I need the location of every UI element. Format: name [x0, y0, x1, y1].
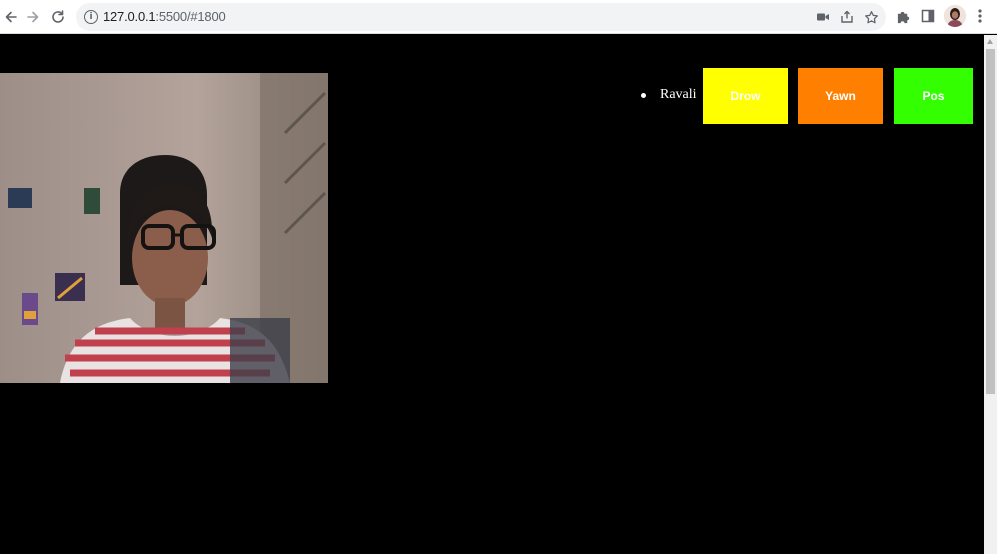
- yawn-button[interactable]: Yawn: [798, 68, 883, 124]
- reload-button[interactable]: [47, 6, 69, 28]
- arrow-left-icon: [5, 11, 17, 23]
- kebab-menu-icon[interactable]: [970, 6, 990, 26]
- scroll-thumb[interactable]: [986, 49, 995, 394]
- back-button[interactable]: [0, 6, 22, 28]
- pos-button[interactable]: Pos: [894, 68, 973, 124]
- list-item: Ravali: [641, 85, 697, 105]
- url-path: :5500/#1800: [155, 9, 226, 24]
- camera-icon[interactable]: [814, 8, 832, 26]
- arrow-right-icon: [27, 11, 39, 23]
- star-icon[interactable]: [862, 8, 880, 26]
- url-text[interactable]: 127.0.0.1:5500/#1800: [103, 9, 226, 24]
- bullet: [641, 92, 646, 98]
- address-bar[interactable]: i 127.0.0.1:5500/#1800: [76, 3, 886, 31]
- reload-icon: [52, 10, 64, 23]
- user-name: Ravali: [660, 87, 697, 102]
- user-list: Ravali: [641, 85, 697, 105]
- drow-button[interactable]: Drow: [703, 68, 788, 124]
- browser-toolbar: i 127.0.0.1:5500/#1800: [0, 0, 997, 34]
- vertical-scrollbar[interactable]: [984, 35, 997, 554]
- puzzle-icon[interactable]: [893, 6, 913, 26]
- avatar[interactable]: [944, 5, 966, 27]
- scroll-up-arrow-icon[interactable]: [987, 39, 993, 44]
- forward-button[interactable]: [22, 6, 44, 28]
- page-viewport: Ravali Drow Yawn Pos: [0, 35, 984, 554]
- webcam-video: [0, 73, 328, 383]
- share-icon[interactable]: [838, 8, 856, 26]
- url-host: 127.0.0.1: [103, 9, 156, 24]
- info-icon[interactable]: i: [84, 10, 98, 24]
- side-panel-icon[interactable]: [918, 6, 938, 26]
